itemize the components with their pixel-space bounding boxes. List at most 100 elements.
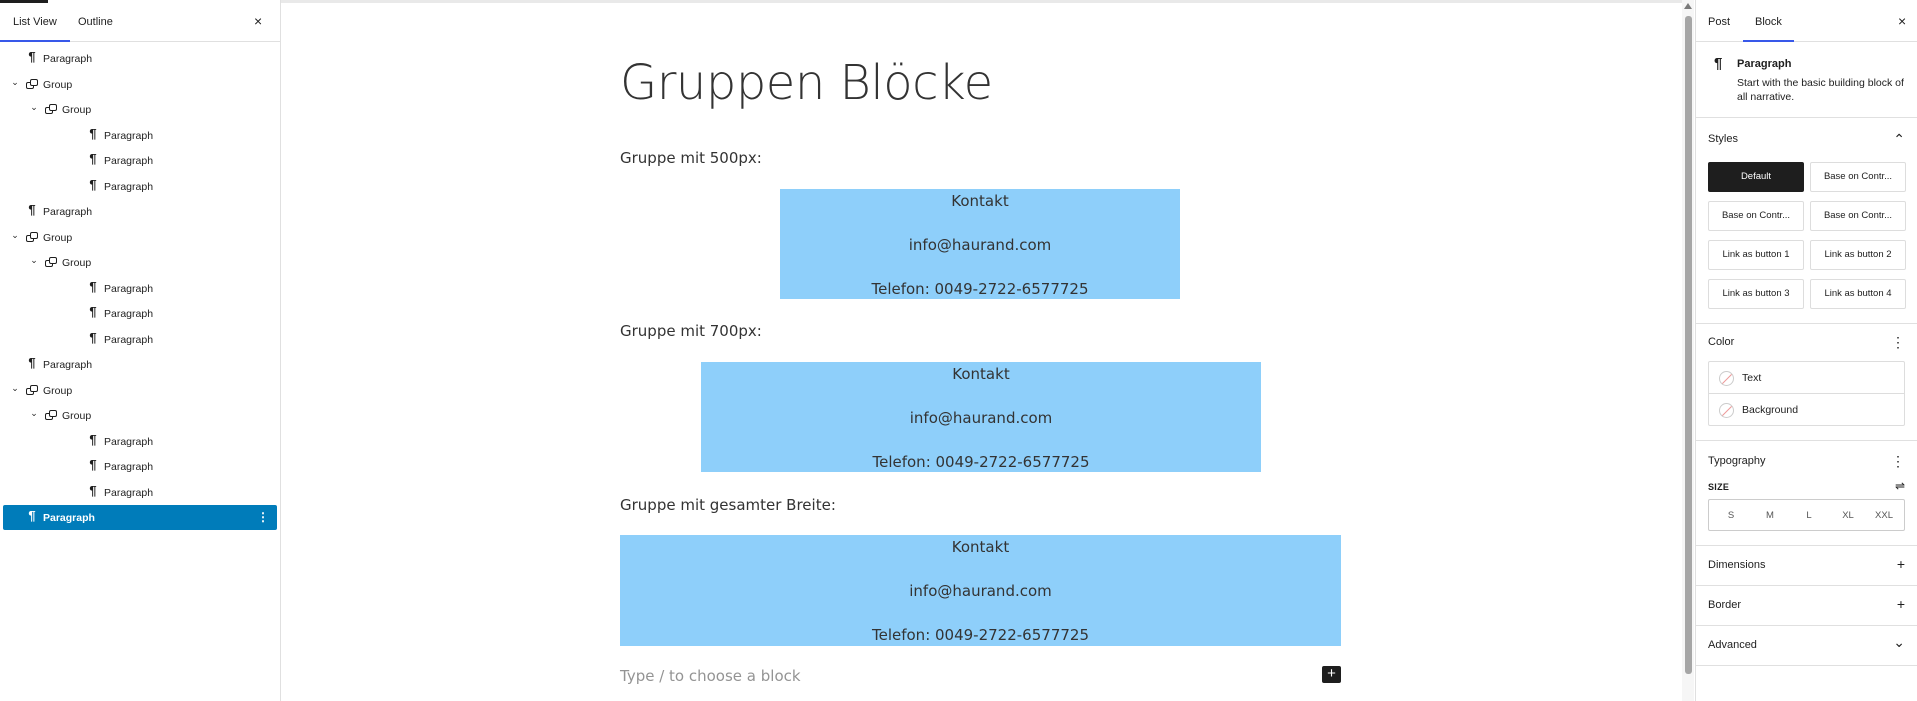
chevron-down-icon[interactable]: ⌄: [29, 408, 39, 419]
list-view-item-paragraph[interactable]: ¶ Paragraph: [3, 352, 277, 377]
group-line-contact[interactable]: Kontakt: [701, 365, 1261, 383]
list-view-tabs: List View Outline ×: [0, 0, 280, 42]
plus-icon[interactable]: +: [1897, 597, 1905, 611]
group-line-email[interactable]: info@haurand.com: [620, 582, 1341, 600]
list-view-item-paragraph[interactable]: ¶ Paragraph: [3, 46, 277, 71]
scroll-up-icon[interactable]: [1684, 3, 1692, 9]
list-view-item-group[interactable]: ⌄ Group: [3, 97, 277, 122]
paragraph-icon: ¶: [89, 304, 97, 319]
list-view-item-paragraph[interactable]: ¶ Paragraph: [3, 301, 277, 326]
plus-icon[interactable]: +: [1897, 557, 1905, 571]
style-variation-button[interactable]: Link as button 4: [1810, 279, 1906, 309]
size-option-xxl[interactable]: XXL: [1872, 510, 1896, 521]
size-option-s[interactable]: S: [1719, 510, 1743, 521]
list-view-item-label: Group: [62, 104, 92, 116]
list-view-item-paragraph[interactable]: ¶ Paragraph: [3, 276, 277, 301]
list-view-item-group[interactable]: ⌄ Group: [3, 378, 277, 403]
style-variation-button[interactable]: Default: [1708, 162, 1804, 192]
canvas-scrollbar[interactable]: [1682, 0, 1694, 701]
group-line-phone[interactable]: Telefon: 0049-2722-6577725: [701, 453, 1261, 471]
list-view-item-group[interactable]: ⌄ Group: [3, 72, 277, 97]
group-icon: [26, 78, 38, 89]
paragraph-icon: ¶: [89, 329, 97, 345]
group-icon: [26, 384, 38, 395]
block-appender-placeholder[interactable]: Type / to choose a block: [620, 667, 801, 685]
color-background-label: Background: [1742, 404, 1799, 416]
list-view-item-paragraph[interactable]: ¶ Paragraph: [3, 480, 277, 505]
style-variation-button[interactable]: Base on Contr...: [1708, 201, 1804, 231]
color-background-option[interactable]: Background: [1709, 394, 1904, 426]
typography-options-icon[interactable]: ⋮: [1891, 454, 1905, 468]
style-variation-button[interactable]: Base on Contr...: [1810, 162, 1906, 192]
style-variation-button[interactable]: Link as button 1: [1708, 240, 1804, 270]
list-view-item-label: Group: [62, 410, 92, 422]
list-view-item-paragraph[interactable]: ¶ Paragraph ⋮: [3, 505, 277, 530]
color-swatch-icon: [1719, 403, 1734, 418]
chevron-down-icon[interactable]: ⌄: [10, 230, 20, 241]
tab-block[interactable]: Block: [1743, 16, 1794, 42]
list-view-item-paragraph[interactable]: ¶ Paragraph: [3, 199, 277, 224]
chevron-down-icon[interactable]: ⌄: [29, 255, 39, 266]
chevron-down-icon[interactable]: ⌄: [1893, 635, 1905, 649]
size-option-m[interactable]: M: [1758, 510, 1782, 521]
group-line-phone[interactable]: Telefon: 0049-2722-6577725: [780, 280, 1180, 298]
list-view-item-paragraph[interactable]: ¶ Paragraph: [3, 327, 277, 352]
list-view-item-paragraph[interactable]: ¶ Paragraph: [3, 454, 277, 479]
scrollbar-thumb[interactable]: [1685, 16, 1692, 674]
block-options-icon[interactable]: ⋮: [257, 510, 269, 524]
size-option-xl[interactable]: XL: [1836, 510, 1860, 521]
list-view-item-group[interactable]: ⌄ Group: [3, 250, 277, 275]
block-card-title: Paragraph: [1737, 58, 1792, 70]
list-view-item-label: Paragraph: [104, 486, 154, 499]
list-view-item-paragraph[interactable]: ¶ Paragraph: [3, 148, 277, 173]
tab-list-view[interactable]: List View: [0, 16, 70, 42]
chevron-down-icon[interactable]: ⌄: [10, 383, 20, 394]
paragraph-icon: ¶: [89, 457, 97, 472]
advanced-panel-title[interactable]: Advanced: [1708, 639, 1757, 651]
group-line-contact[interactable]: Kontakt: [620, 538, 1341, 556]
tab-post[interactable]: Post: [1708, 16, 1730, 28]
style-variation-button[interactable]: Link as button 3: [1708, 279, 1804, 309]
chevron-down-icon[interactable]: ⌄: [10, 77, 20, 88]
group-line-email[interactable]: info@haurand.com: [780, 236, 1180, 254]
style-variation-button[interactable]: Link as button 2: [1810, 240, 1906, 270]
style-variation-button[interactable]: Base on Contr...: [1810, 201, 1906, 231]
list-view-item-label: Paragraph: [104, 435, 154, 448]
list-view-item-group[interactable]: ⌄ Group: [3, 403, 277, 428]
group-icon: [45, 104, 57, 114]
tab-outline[interactable]: Outline: [78, 16, 113, 28]
block-card-description: Start with the basic building block of a…: [1737, 77, 1904, 103]
group-line-email[interactable]: info@haurand.com: [701, 409, 1261, 427]
group-block-700[interactable]: Kontakt info@haurand.com Telefon: 0049-2…: [701, 362, 1261, 472]
styles-panel-title[interactable]: Styles: [1708, 133, 1738, 145]
border-panel-title[interactable]: Border: [1708, 599, 1741, 611]
color-panel-title[interactable]: Color: [1708, 336, 1734, 348]
color-text-option[interactable]: Text: [1709, 362, 1904, 394]
close-inspector-icon[interactable]: ×: [1898, 14, 1906, 28]
group-line-contact[interactable]: Kontakt: [780, 192, 1180, 210]
custom-size-settings-icon[interactable]: ⇌: [1895, 480, 1905, 492]
close-list-view-icon[interactable]: ×: [254, 14, 262, 28]
group-line-phone[interactable]: Telefon: 0049-2722-6577725: [620, 626, 1341, 644]
list-view-item-label: Paragraph: [43, 512, 95, 524]
paragraph-group-500[interactable]: Gruppe mit 500px:: [620, 149, 762, 167]
chevron-up-icon[interactable]: ⌃: [1893, 132, 1905, 146]
chevron-down-icon[interactable]: ⌄: [29, 102, 39, 113]
panel-divider: [1696, 665, 1917, 666]
dimensions-panel-title[interactable]: Dimensions: [1708, 559, 1765, 571]
list-view-item-paragraph[interactable]: ¶ Paragraph: [3, 123, 277, 148]
list-view-item-label: Paragraph: [43, 53, 93, 65]
list-view-item-group[interactable]: ⌄ Group: [3, 225, 277, 250]
typography-panel-title[interactable]: Typography: [1708, 455, 1765, 467]
group-block-full[interactable]: Kontakt info@haurand.com Telefon: 0049-2…: [620, 535, 1341, 646]
block-card: ¶ Paragraph Start with the basic buildin…: [1696, 43, 1917, 118]
list-view-item-paragraph[interactable]: ¶ Paragraph: [3, 429, 277, 454]
size-option-l[interactable]: L: [1797, 510, 1821, 521]
paragraph-group-700[interactable]: Gruppe mit 700px:: [620, 322, 762, 340]
page-title[interactable]: Gruppen Blöcke: [620, 55, 993, 111]
group-block-500[interactable]: Kontakt info@haurand.com Telefon: 0049-2…: [780, 189, 1180, 299]
add-block-button[interactable]: +: [1322, 666, 1341, 683]
list-view-item-paragraph[interactable]: ¶ Paragraph: [3, 174, 277, 199]
color-options-icon[interactable]: ⋮: [1891, 335, 1905, 349]
paragraph-group-full[interactable]: Gruppe mit gesamter Breite:: [620, 496, 836, 514]
